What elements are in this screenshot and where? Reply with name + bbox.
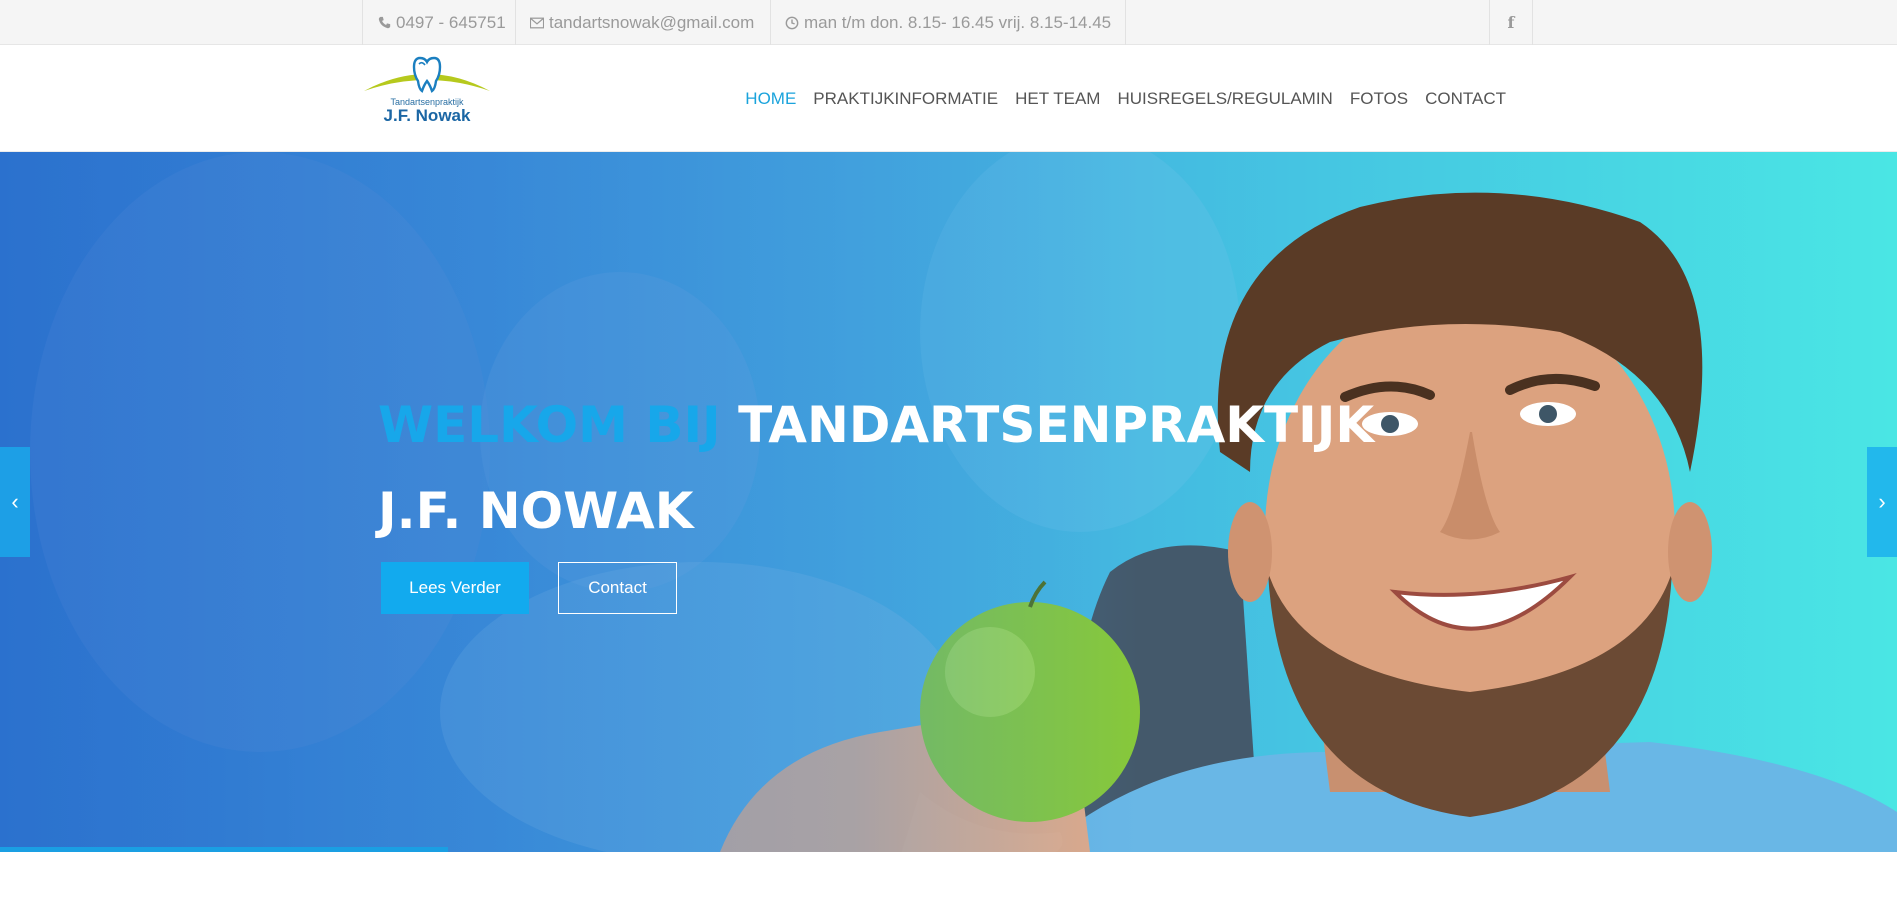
slider-progress-bar <box>0 847 448 852</box>
envelope-icon <box>530 16 544 30</box>
hero-title-highlight: WELKOM BIJ <box>378 396 721 454</box>
facebook-icon[interactable]: f <box>1489 0 1533 45</box>
opening-hours: man t/m don. 8.15- 16.45 vrij. 8.15-14.4… <box>770 0 1127 45</box>
phone-info[interactable]: 0497 - 645751 <box>362 0 520 45</box>
top-info-bar: 0497 - 645751 tandartsnowak@gmail.com ma… <box>0 0 1897 45</box>
contact-button[interactable]: Contact <box>558 562 677 614</box>
hero-title-line2: J.F. NOWAK <box>378 482 694 540</box>
hero-slider: WELKOM BIJ TANDARTSENPRAKTIJK J.F. NOWAK… <box>0 152 1897 852</box>
slider-next-button[interactable]: › <box>1867 447 1897 557</box>
hours-text: man t/m don. 8.15- 16.45 vrij. 8.15-14.4… <box>804 12 1112 32</box>
main-navigation: HOME PRAKTIJKINFORMATIE HET TEAM HUISREG… <box>728 45 1506 152</box>
lees-verder-button[interactable]: Lees Verder <box>381 562 529 614</box>
hero-title: WELKOM BIJ TANDARTSENPRAKTIJK J.F. NOWAK <box>378 382 1374 554</box>
phone-number: 0497 - 645751 <box>396 12 506 32</box>
hero-title-rest: TANDARTSENPRAKTIJK <box>738 396 1375 454</box>
clock-icon <box>785 16 799 30</box>
phone-icon <box>377 16 391 30</box>
nav-huisregels[interactable]: HUISREGELS/REGULAMIN <box>1117 89 1332 109</box>
site-header: Tandartsenpraktijk J.F. Nowak HOME PRAKT… <box>0 45 1897 152</box>
email-address: tandartsnowak@gmail.com <box>549 12 755 32</box>
nav-fotos[interactable]: FOTOS <box>1350 89 1408 109</box>
nav-home[interactable]: HOME <box>745 89 796 109</box>
chevron-right-icon: › <box>1878 489 1886 514</box>
logo-name: J.F. Nowak <box>383 106 471 125</box>
email-info[interactable]: tandartsnowak@gmail.com <box>515 0 768 45</box>
slider-prev-button[interactable]: ‹ <box>0 447 30 557</box>
chevron-left-icon: ‹ <box>11 489 19 514</box>
facebook-glyph: f <box>1507 13 1515 32</box>
nav-praktijkinformatie[interactable]: PRAKTIJKINFORMATIE <box>813 89 998 109</box>
logo[interactable]: Tandartsenpraktijk J.F. Nowak <box>362 55 492 135</box>
nav-het-team[interactable]: HET TEAM <box>1015 89 1100 109</box>
nav-contact[interactable]: CONTACT <box>1425 89 1506 109</box>
